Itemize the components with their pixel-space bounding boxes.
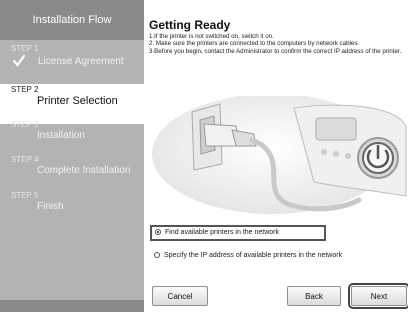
step-number: STEP 2 xyxy=(11,85,39,94)
step-4: STEP 4 Complete Installation xyxy=(0,155,144,195)
cancel-button[interactable]: Cancel xyxy=(152,286,208,306)
radio-unselected-icon[interactable] xyxy=(154,252,160,259)
option-label: Specify the IP address of available prin… xyxy=(164,252,343,259)
step-label: Installation xyxy=(37,130,85,141)
specify-ip-option[interactable]: Specify the IP address of available prin… xyxy=(154,252,342,259)
step-label: Finish xyxy=(37,201,64,212)
instruction-line: 1.If the printer is not switched on, swi… xyxy=(149,33,274,40)
step-5: STEP 5 Finish xyxy=(0,191,144,231)
option-label: Find available printers in the network xyxy=(165,229,280,236)
instruction-line: 2. Make sure the printers are connected … xyxy=(149,40,360,48)
step-label: Printer Selection xyxy=(37,95,118,107)
main-panel: Getting Ready 1.If the printer is not sw… xyxy=(144,0,408,312)
step-3: STEP 3 Installation xyxy=(0,120,144,160)
step-label: Complete Installation xyxy=(37,165,131,176)
back-button[interactable]: Back xyxy=(287,286,341,306)
step-number: STEP 4 xyxy=(11,155,39,164)
step-number: STEP 5 xyxy=(11,191,39,200)
radio-selected-icon[interactable] xyxy=(155,229,161,236)
step-number: STEP 1 xyxy=(11,44,39,53)
instructions: 1.If the printer is not switched on, swi… xyxy=(149,33,407,55)
instruction-line: 3.Before you begin, contact the Administ… xyxy=(149,47,402,55)
page-title: Getting Ready xyxy=(149,18,231,32)
next-button[interactable]: Next xyxy=(348,283,408,309)
step-2: STEP 2 Printer Selection xyxy=(0,84,144,124)
printer-connection-illustration xyxy=(144,96,408,214)
sidebar-title: Installation Flow xyxy=(0,0,144,40)
step-label: License Agreement xyxy=(38,56,124,67)
installation-sidebar: Installation Flow STEP 1 License Agreeme… xyxy=(0,0,144,312)
find-printers-option[interactable]: Find available printers in the network xyxy=(150,225,326,241)
sidebar-footer xyxy=(0,300,144,312)
checkmark-icon xyxy=(12,54,26,67)
step-1: STEP 1 License Agreement xyxy=(0,44,144,84)
step-number: STEP 3 xyxy=(11,120,39,129)
